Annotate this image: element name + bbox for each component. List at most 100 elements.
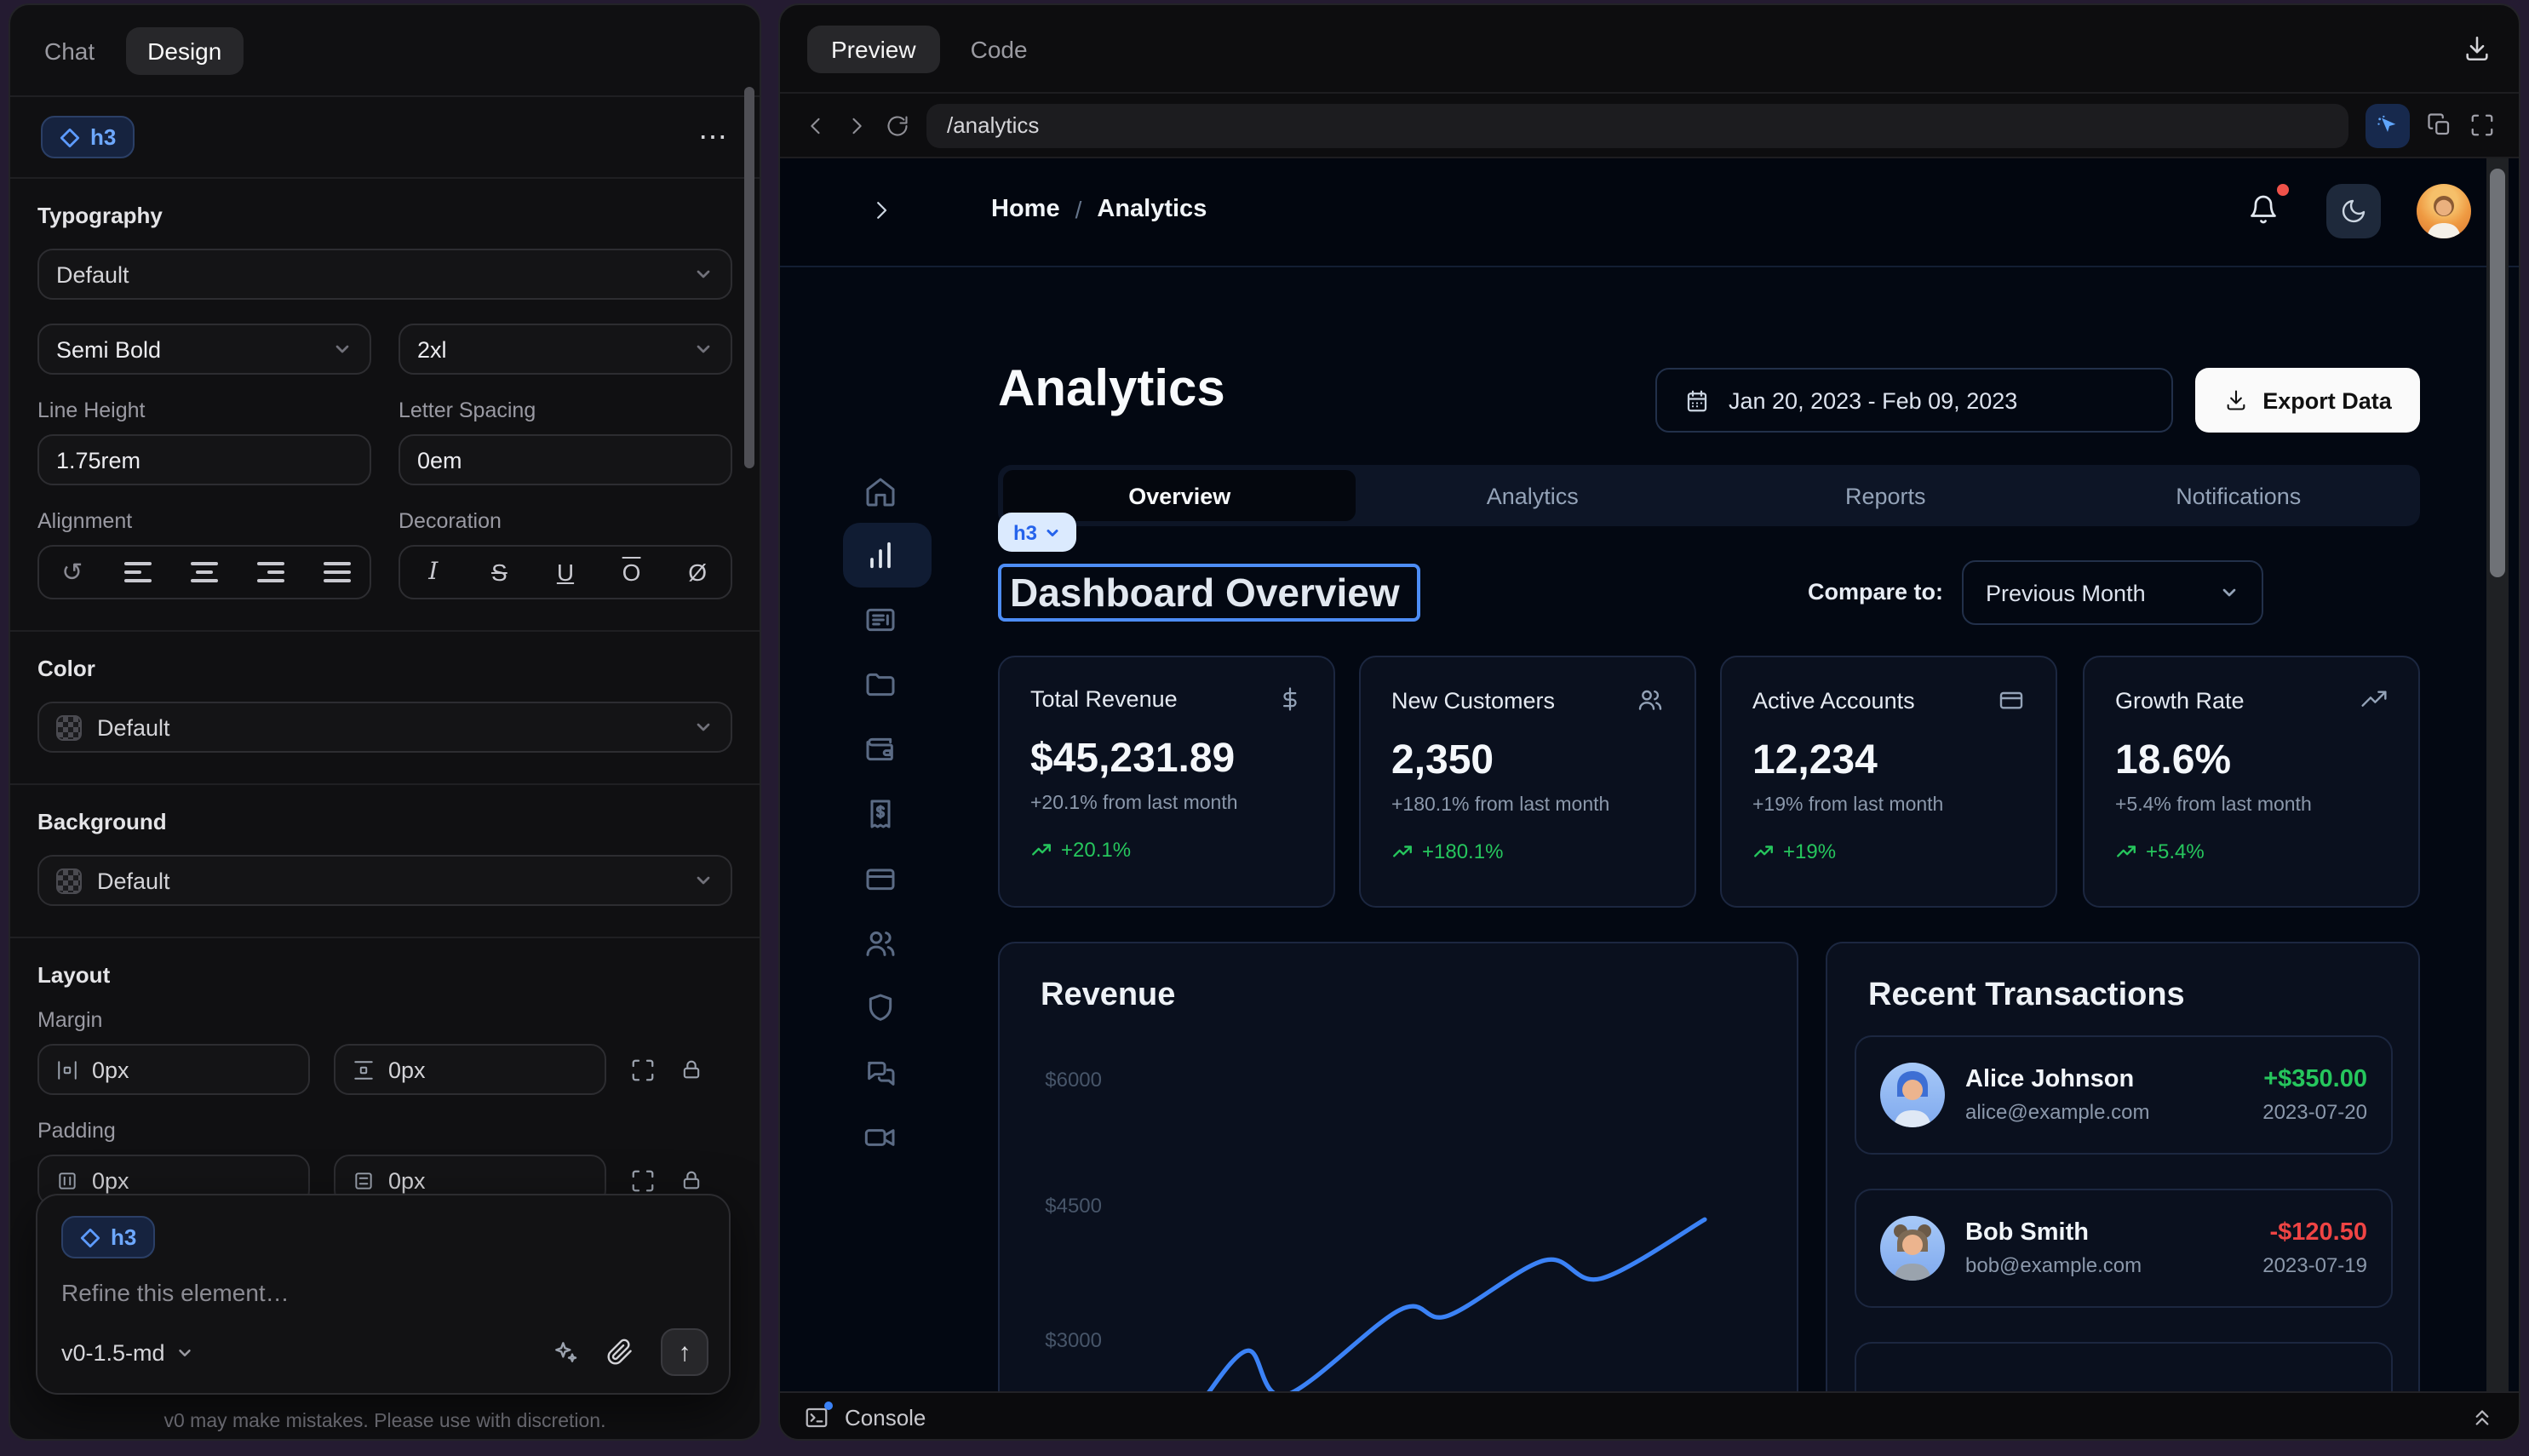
transaction-date: 2023-07-19 <box>2262 1253 2367 1277</box>
tab-reports[interactable]: Reports <box>1709 470 2062 521</box>
composer-element-badge[interactable]: h3 <box>61 1216 155 1258</box>
user-avatar[interactable] <box>2417 184 2471 238</box>
back-icon[interactable] <box>804 113 828 137</box>
tab-analytics[interactable]: Analytics <box>1356 470 1710 521</box>
font-weight-select[interactable]: Semi Bold <box>37 324 371 375</box>
italic-icon[interactable]: I <box>415 559 452 586</box>
expand-margin-icon[interactable] <box>630 1057 656 1082</box>
sidebar-icon-home[interactable] <box>863 475 897 509</box>
tab-notifications[interactable]: Notifications <box>2062 470 2416 521</box>
color-value: Default <box>97 714 693 740</box>
tab-design[interactable]: Design <box>125 26 244 74</box>
padding-x-icon <box>56 1169 78 1191</box>
margin-x-icon <box>56 1058 78 1081</box>
sidebar-icon-credit-card[interactable] <box>863 862 897 896</box>
stat-trend-value: +5.4% <box>2146 840 2205 863</box>
element-badge[interactable]: h3 <box>41 116 135 158</box>
lock-margin-icon[interactable] <box>680 1058 703 1081</box>
fullscreen-icon[interactable] <box>2469 112 2495 138</box>
paperclip-icon[interactable] <box>606 1338 634 1366</box>
transactions-title: Recent Transactions <box>1827 943 2418 1015</box>
selected-element-outline[interactable]: Dashboard Overview <box>998 564 1420 622</box>
preview-scrollbar-track[interactable] <box>2486 158 2509 1391</box>
tab-chat[interactable]: Chat <box>44 37 95 64</box>
sidebar-icon-messages[interactable] <box>863 1056 897 1090</box>
line-height-input[interactable]: 1.75rem <box>37 434 371 485</box>
sidebar-icon-shield[interactable] <box>863 991 897 1025</box>
theme-toggle-button[interactable] <box>2326 184 2381 238</box>
underline-icon[interactable]: U <box>547 559 584 586</box>
selected-element-row: h3 ⋯ <box>10 97 760 179</box>
align-center-icon[interactable] <box>186 562 223 582</box>
letter-spacing-input[interactable]: 0em <box>399 434 732 485</box>
stat-title: New Customers <box>1391 687 1555 713</box>
selected-tag-chip[interactable]: h3 <box>998 513 1076 552</box>
transaction-row-clipped <box>1855 1342 2393 1391</box>
breadcrumb-home[interactable]: Home <box>991 196 1060 223</box>
sidebar-icon-receipt[interactable] <box>863 797 897 831</box>
date-range-button[interactable]: Jan 20, 2023 - Feb 09, 2023 <box>1655 368 2173 433</box>
forward-icon[interactable] <box>845 113 869 137</box>
url-input[interactable]: /analytics <box>926 103 2348 147</box>
model-selector[interactable]: v0-1.5-md <box>61 1339 194 1365</box>
tab-code[interactable]: Code <box>971 35 1028 62</box>
y-tick-3000: $3000 <box>1045 1329 1102 1352</box>
font-size-select[interactable]: 2xl <box>399 324 732 375</box>
composer-badge-label: h3 <box>111 1224 136 1250</box>
sidebar-icon-users[interactable] <box>863 926 897 960</box>
copy-icon[interactable] <box>2427 112 2452 138</box>
align-right-icon[interactable] <box>252 562 290 582</box>
select-element-tool-icon[interactable] <box>2366 103 2410 147</box>
download-icon[interactable] <box>2463 34 2492 63</box>
transaction-row[interactable]: Bob Smith bob@example.com -$120.50 2023-… <box>1855 1189 2393 1308</box>
export-data-button[interactable]: Export Data <box>2195 368 2420 433</box>
sidebar-icon-newspaper[interactable] <box>863 603 897 637</box>
console-bar[interactable]: Console <box>780 1391 2519 1441</box>
submit-button[interactable]: ↑ <box>661 1328 708 1376</box>
alignment-group: ↺ <box>37 545 371 599</box>
align-left-icon[interactable] <box>119 562 157 582</box>
sparkles-icon[interactable] <box>552 1338 579 1366</box>
sidebar-icon-video[interactable] <box>863 1121 897 1155</box>
stat-title: Growth Rate <box>2115 687 2245 713</box>
stat-sub: +180.1% from last month <box>1391 795 1664 816</box>
color-select[interactable]: Default <box>37 702 732 753</box>
avatar <box>1880 1063 1945 1127</box>
preview-scrollbar-thumb[interactable] <box>2490 169 2505 577</box>
overline-icon[interactable]: O <box>613 559 651 586</box>
refresh-icon[interactable] <box>886 113 909 137</box>
sidebar-icon-wallet[interactable] <box>863 732 897 766</box>
transaction-date: 2023-07-20 <box>2262 1100 2367 1124</box>
refine-input[interactable]: Refine this element… <box>61 1279 705 1306</box>
sidebar-expand-icon[interactable] <box>869 198 894 223</box>
lock-padding-icon[interactable] <box>680 1168 703 1192</box>
sidebar-icon-bar-chart[interactable] <box>863 538 897 572</box>
more-options-icon[interactable]: ⋯ <box>698 120 729 154</box>
preview-panel: Preview Code /analytics <box>778 3 2520 1441</box>
transaction-name: Bob Smith <box>1965 1219 2142 1247</box>
font-family-select[interactable]: Default <box>37 249 732 300</box>
letter-spacing-label: Letter Spacing <box>399 398 732 422</box>
chevrons-up-icon[interactable] <box>2469 1405 2495 1430</box>
transaction-amount: +$350.00 <box>2262 1066 2367 1093</box>
reset-alignment-icon[interactable]: ↺ <box>54 557 91 588</box>
notifications-bell-icon[interactable] <box>2248 194 2279 225</box>
align-justify-icon[interactable] <box>318 562 355 582</box>
background-select[interactable]: Default <box>37 855 732 906</box>
margin-x-input[interactable]: 0px <box>37 1044 310 1095</box>
export-data-label: Export Data <box>2262 387 2392 413</box>
compare-select[interactable]: Previous Month <box>1962 560 2263 625</box>
app-window: Chat Design h3 ⋯ Typography Default Semi… <box>0 0 2529 1456</box>
margin-y-input[interactable]: 0px <box>334 1044 606 1095</box>
credit-card-icon <box>1998 686 2025 714</box>
sidebar-scrollbar[interactable] <box>744 87 754 468</box>
sidebar-icon-folder[interactable] <box>863 668 897 702</box>
background-value: Default <box>97 868 693 893</box>
expand-padding-icon[interactable] <box>630 1167 656 1193</box>
strikethrough-icon[interactable]: S <box>480 559 518 586</box>
transaction-row[interactable]: Alice Johnson alice@example.com +$350.00… <box>1855 1035 2393 1155</box>
tab-preview[interactable]: Preview <box>807 25 940 72</box>
stat-card-active-accounts: Active Accounts 12,234 +19% from last mo… <box>1720 656 2057 908</box>
stat-value: $45,231.89 <box>1030 736 1303 783</box>
no-decoration-icon[interactable]: Ø <box>679 559 716 586</box>
